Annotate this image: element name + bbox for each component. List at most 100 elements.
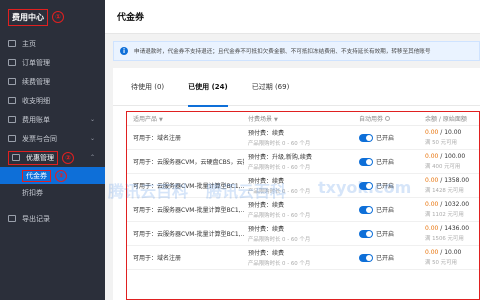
original-value: / 10.00 (438, 129, 462, 136)
usable-product-link[interactable]: 云服务器CVM-批量计算型BC1,... (157, 207, 244, 214)
annotation-marker-3: ③ (55, 169, 67, 182)
sidebar-item-label: 发票与合同 (22, 134, 57, 143)
original-value: / 1032.00 (438, 201, 470, 208)
column-balance-label: 余额 / 原始面额 (425, 116, 467, 123)
threshold-text: 满 50 元可用 (425, 260, 457, 266)
table-row: 可用于：云服务器CVM-批量计算型BC1,... 预付费：续费产品限购时长 0 -… (127, 198, 479, 222)
column-product[interactable]: 适用产品 ▼ (127, 114, 244, 123)
sidebar-item-invoices[interactable]: 发票与合同 ⌄ (0, 129, 105, 148)
original-value: / 1436.00 (438, 225, 470, 232)
cell-scene: 预付费：续费 产品限购时长 0 - 60 个月 (244, 128, 359, 147)
voucher-table: 适用产品 ▼ 付费场景 ▼ 自动用券 余额 / 原始面额 可用于：域名注册 预付费：续… (126, 111, 480, 300)
scene-subtext: 产品限购时长 0 - 60 个月 (248, 237, 311, 243)
sidebar-subitem-vouchers[interactable]: 代金券 ③ (0, 167, 105, 184)
chevron-down-icon: ⌄ (89, 116, 95, 123)
sidebar-item-discounts[interactable]: 优惠管理 ② ⌃ (0, 148, 105, 167)
cell-auto: 已开启 (359, 253, 421, 262)
tab-used[interactable]: 已使用 (24) (188, 68, 228, 107)
cell-product: 可用于：云服务器CVM-批量计算型BC1,... (127, 181, 244, 190)
scene-subtext: 产品限购时长 0 - 60 个月 (248, 261, 311, 267)
sidebar-item-export[interactable]: 导出记录 (0, 209, 105, 228)
table-row: 可用于：云服务器CVM-批量计算型BC1,... 预付费：续费 产品限购时长 0 -… (127, 174, 479, 198)
balance-value: 0.00 (425, 153, 439, 160)
auto-status: 已开启 (376, 135, 395, 142)
threshold-text: 满 1506 元可用 (425, 236, 464, 242)
table-row: 可用于：域名注册 预付费：续费 产品限购时长 0 - 60 个月 已开启 0.00 / … (127, 246, 479, 270)
threshold-text: 满 1102 元可用 (425, 212, 464, 218)
auto-use-toggle[interactable] (359, 229, 373, 238)
sidebar: 费用中心 ① 主页 订单管理 续费管理 收支明细 费用账单 ⌄ 发票与合同 ⌄ … (0, 0, 105, 300)
auto-use-toggle[interactable] (359, 181, 373, 190)
sidebar-item-bills[interactable]: 费用账单 ⌄ (0, 110, 105, 129)
filter-icon[interactable]: ▼ (159, 117, 163, 123)
help-icon[interactable] (385, 116, 391, 121)
tab-unused[interactable]: 待使用 (0) (131, 68, 164, 106)
usable-product-link[interactable]: 云服务器CVM-批量计算型BC1,... (157, 183, 244, 190)
original-value: / 100.00 (438, 153, 466, 160)
scene-text: 预付费：续费 (248, 202, 285, 209)
usable-product-link[interactable]: 域名注册 (157, 135, 182, 142)
balance-value: 0.00 (425, 249, 439, 256)
auto-status: 已开启 (376, 255, 395, 262)
cell-balance: 0.00 / 100.00 满 400 元可用 (421, 153, 479, 170)
table-row: 可用于：域名注册 预付费：续费 产品限购时长 0 - 60 个月 已开启 0.00 / … (127, 126, 479, 150)
cell-balance: 0.00 / 10.00 满 50 元可用 (421, 249, 479, 266)
table-header: 适用产品 ▼ 付费场景 ▼ 自动用券 余额 / 原始面额 (127, 112, 479, 126)
cell-balance: 0.00 / 1032.00 满 1102 元可用 (421, 201, 479, 218)
tab-expired[interactable]: 已过期 (69) (252, 68, 290, 106)
column-product-label: 适用产品 (133, 116, 158, 123)
info-icon: i (120, 47, 128, 55)
sidebar-item-orders[interactable]: 订单管理 (0, 53, 105, 72)
bill-icon (8, 116, 16, 123)
sidebar-subitem-discount-coupons[interactable]: 折扣券 (0, 184, 105, 201)
coupon-icon (12, 154, 20, 161)
filter-icon[interactable]: ▼ (274, 117, 278, 123)
scene-subtext: 产品限购时长 0 - 60 个月 (248, 213, 311, 219)
cell-product: 可用于：云服务器CVM-批量计算型BC1,... (127, 205, 244, 214)
auto-status: 已开启 (376, 159, 395, 166)
balance-value: 0.00 (425, 201, 439, 208)
home-icon (8, 40, 16, 47)
threshold-text: 满 1428 元可用 (425, 188, 464, 194)
sidebar-item-renewal[interactable]: 续费管理 (0, 72, 105, 91)
balance-value: 0.00 (425, 129, 439, 136)
original-value: / 1358.00 (438, 177, 470, 184)
cell-auto: 已开启 (359, 133, 421, 142)
auto-use-toggle[interactable] (359, 205, 373, 214)
cell-scene: 预付费：升级,新购,续费 产品限购时长 0 - 60 个月 (244, 152, 359, 171)
auto-use-toggle[interactable] (359, 253, 373, 262)
page-title: 代金券 (117, 13, 145, 23)
usable-product-link[interactable]: 云服务器CVM，云硬盘CBS，云数... (157, 159, 244, 166)
scene-subtext: 产品限购时长 0 - 60 个月 (248, 165, 311, 171)
column-scene[interactable]: 付费场景 ▼ (244, 114, 359, 123)
table-row: 可用于：云服务器CVM-批量计算型BC1,... 预付费：续费 产品限购时长 0 -… (127, 222, 479, 246)
usable-product-link[interactable]: 云服务器CVM-批量计算型BC1,... (157, 231, 244, 238)
cell-scene: 预付费：续费产品限购时长 0 - 60 个月 (244, 248, 359, 267)
sidebar-title[interactable]: 费用中心 ① (0, 0, 105, 34)
scene-text: 预付费：升级,新购,续费 (248, 154, 312, 161)
balance-value: 0.00 (425, 225, 439, 232)
threshold-text: 满 50 元可用 (425, 140, 457, 146)
column-auto: 自动用券 (359, 114, 421, 123)
scene-text: 预付费：续费 (248, 250, 285, 257)
cell-product: 可用于：云服务器CVM，云硬盘CBS，云数... (127, 157, 244, 166)
usable-product-link[interactable]: 域名注册 (157, 255, 182, 262)
table-row: 可用于：云服务器CVM，云硬盘CBS，云数...预付费：升级,新购,续费产品限购… (127, 150, 479, 174)
usable-prefix: 可用于： (133, 255, 158, 262)
sidebar-subitem-label: 折扣券 (22, 188, 43, 197)
renewal-icon (8, 78, 16, 85)
cell-scene: 预付费：续费 产品限购时长 0 - 60 个月 (244, 224, 359, 243)
usable-prefix: 可用于： (133, 231, 158, 238)
sidebar-item-transactions[interactable]: 收支明细 (0, 91, 105, 110)
cell-product: 可用于：域名注册 (127, 253, 244, 262)
sidebar-item-label: 导出记录 (22, 214, 50, 223)
usable-prefix: 可用于： (133, 159, 158, 166)
cell-balance: 0.00 / 10.00 满 50 元可用 (421, 129, 479, 146)
invoice-icon (8, 135, 16, 142)
cell-auto: 已开启 (359, 181, 421, 190)
auto-use-toggle[interactable] (359, 133, 373, 142)
sidebar-item-home[interactable]: 主页 (0, 34, 105, 53)
scene-text: 预付费：续费 (248, 130, 285, 137)
auto-use-toggle[interactable] (359, 157, 373, 166)
tab-bar: 待使用 (0) 已使用 (24) 已过期 (69) (113, 68, 480, 107)
